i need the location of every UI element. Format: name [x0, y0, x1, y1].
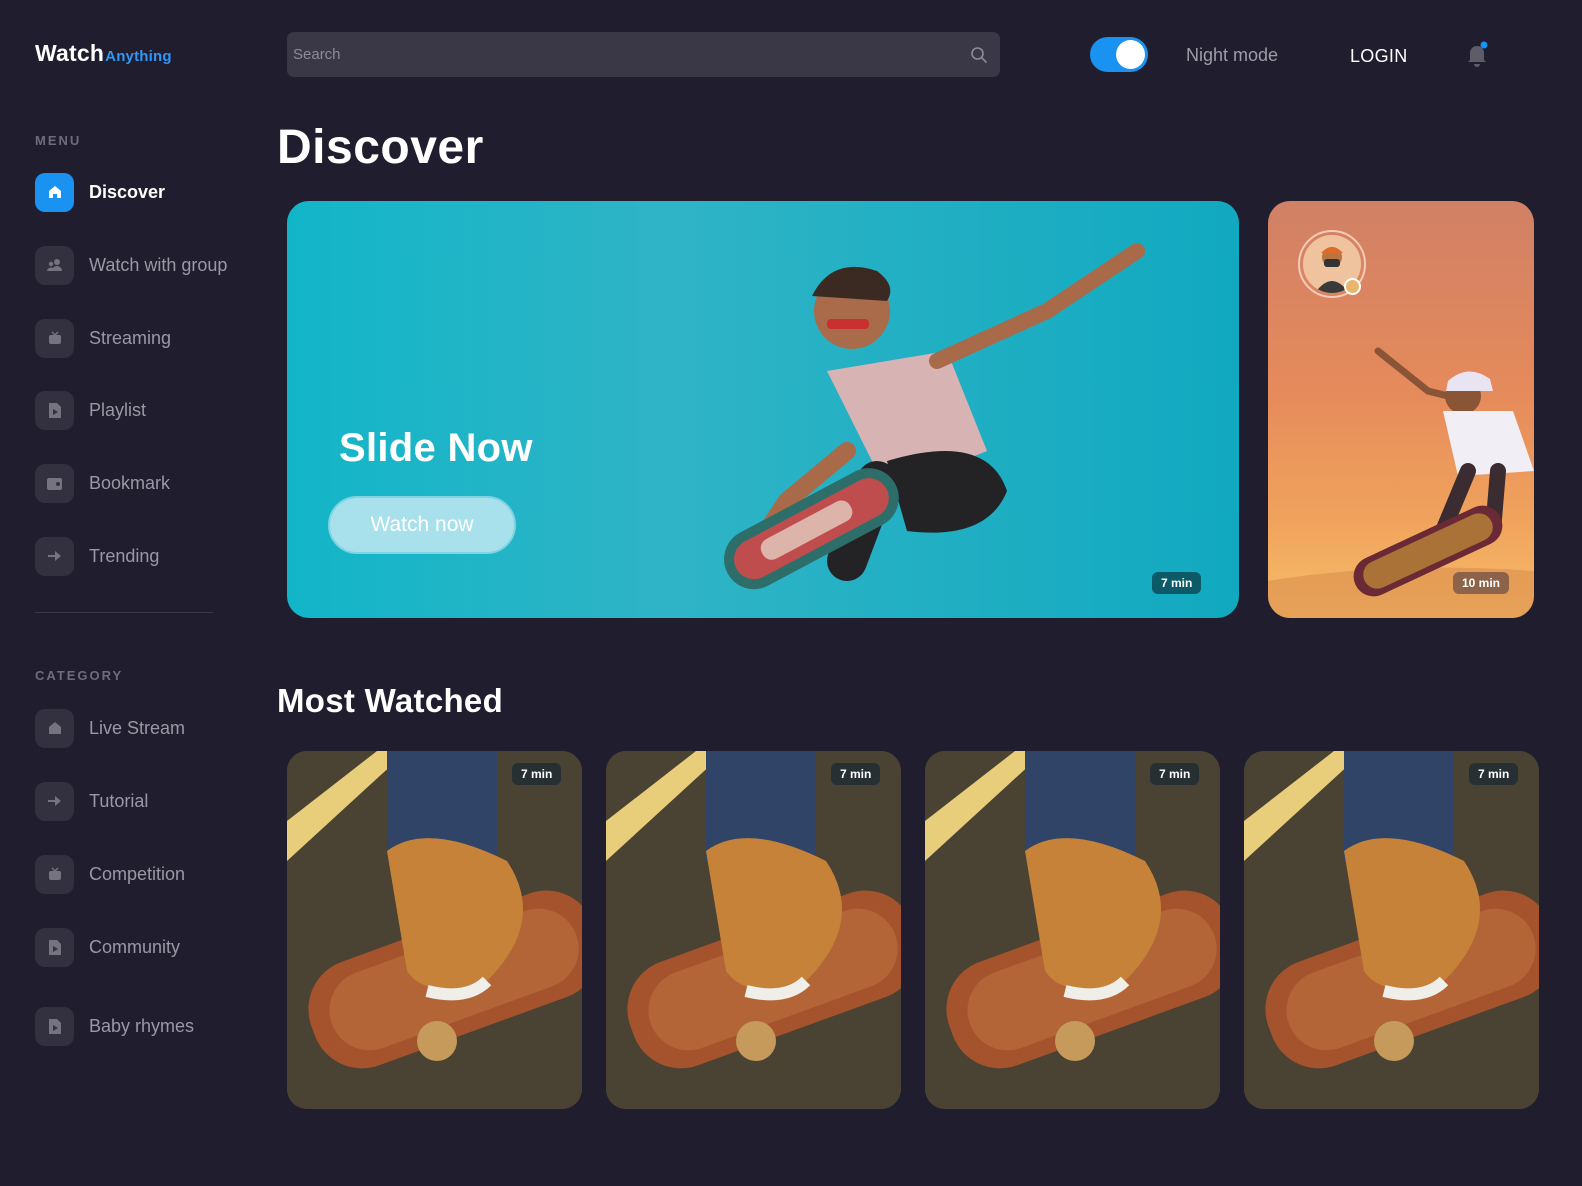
- sidebar-item-label: Watch with group: [89, 254, 228, 275]
- bookmark-icon: [35, 463, 74, 503]
- sidebar-item-trending[interactable]: Trending: [35, 536, 159, 576]
- tv-icon: [35, 318, 74, 358]
- trending-icon: [35, 536, 74, 576]
- sidebar-item-competition[interactable]: Competition: [35, 854, 185, 894]
- duration-badge: 7 min: [1150, 763, 1200, 785]
- section-title-most-watched: Most Watched: [277, 682, 504, 719]
- sidebar-item-label: Tutorial: [89, 790, 149, 811]
- duration-badge: 7 min: [512, 763, 562, 785]
- brand-suffix: Anything: [105, 48, 172, 65]
- skateboarder-illustration: [724, 243, 1145, 590]
- video-card[interactable]: 7 min: [606, 751, 901, 1109]
- skateboard-shoe-thumbnail: [606, 751, 901, 1109]
- featured-video-card[interactable]: Slide Now Watch now 7 min: [287, 201, 1239, 618]
- sidebar-item-label: Streaming: [89, 327, 172, 348]
- video-card[interactable]: 7 min: [287, 751, 582, 1109]
- brand-name: Watch: [35, 40, 105, 66]
- sidebar-item-watch-with-group[interactable]: Watch with group: [35, 245, 227, 285]
- notification-bell-icon[interactable]: [1464, 40, 1490, 70]
- arrow-icon: [35, 781, 74, 821]
- skateboard-shoe-thumbnail: [1244, 751, 1539, 1109]
- sidebar-item-label: Competition: [89, 863, 186, 884]
- category-section-title: CATEGORY: [35, 668, 124, 683]
- skateboard-shoe-thumbnail: [287, 751, 582, 1109]
- sidebar-item-discover[interactable]: Discover: [35, 172, 165, 212]
- duration-badge: 7 min: [831, 763, 881, 785]
- sidebar-item-label: Baby rhymes: [89, 1015, 195, 1036]
- sidebar-item-bookmark[interactable]: Bookmark: [35, 463, 170, 503]
- sidebar-item-community[interactable]: Community: [35, 927, 180, 967]
- brand-logo[interactable]: WatchAnything: [35, 40, 172, 67]
- side-video-card[interactable]: 10 min: [1268, 201, 1534, 618]
- search-icon[interactable]: [958, 32, 1000, 77]
- sidebar-item-label: Discover: [89, 181, 166, 202]
- video-card[interactable]: 7 min: [925, 751, 1220, 1109]
- home-icon: [35, 172, 74, 212]
- sidebar-item-label: Bookmark: [89, 472, 171, 493]
- login-button[interactable]: LOGIN: [1350, 46, 1408, 67]
- search-bar: [287, 32, 1000, 77]
- sidebar-item-baby-rhymes[interactable]: Baby rhymes: [35, 1006, 194, 1046]
- search-input[interactable]: [287, 32, 958, 77]
- duration-badge: 10 min: [1453, 572, 1510, 594]
- video-card[interactable]: 7 min: [1244, 751, 1539, 1109]
- sidebar-item-label: Live Stream: [89, 717, 186, 738]
- playlist-icon: [35, 1006, 74, 1046]
- sidebar-item-label: Playlist: [89, 399, 147, 420]
- creator-avatar[interactable]: [1298, 230, 1366, 298]
- sidebar-item-label: Community: [89, 936, 181, 957]
- night-mode-toggle[interactable]: [1090, 37, 1148, 72]
- duration-badge: 7 min: [1469, 763, 1519, 785]
- sidebar-item-label: Trending: [89, 545, 160, 566]
- sidebar-item-live-stream[interactable]: Live Stream: [35, 708, 185, 748]
- sidebar-divider: [35, 612, 213, 613]
- sidebar-item-streaming[interactable]: Streaming: [35, 318, 171, 358]
- hero-title: Slide Now: [339, 426, 533, 470]
- tv-icon: [35, 854, 74, 894]
- toggle-knob: [1116, 40, 1145, 69]
- watch-now-button[interactable]: Watch now: [328, 496, 516, 554]
- night-mode-label: Night mode: [1186, 45, 1279, 65]
- playlist-icon: [35, 927, 74, 967]
- duration-badge: 7 min: [1152, 572, 1202, 594]
- playlist-icon: [35, 390, 74, 430]
- verified-icon: [1344, 278, 1361, 295]
- skateboard-shoe-thumbnail: [925, 751, 1220, 1109]
- home-icon: [35, 708, 74, 748]
- group-icon: [35, 245, 74, 285]
- menu-section-title: MENU: [35, 133, 82, 148]
- sidebar-item-playlist[interactable]: Playlist: [35, 390, 146, 430]
- page-title: Discover: [277, 121, 484, 174]
- sidebar-item-tutorial[interactable]: Tutorial: [35, 781, 148, 821]
